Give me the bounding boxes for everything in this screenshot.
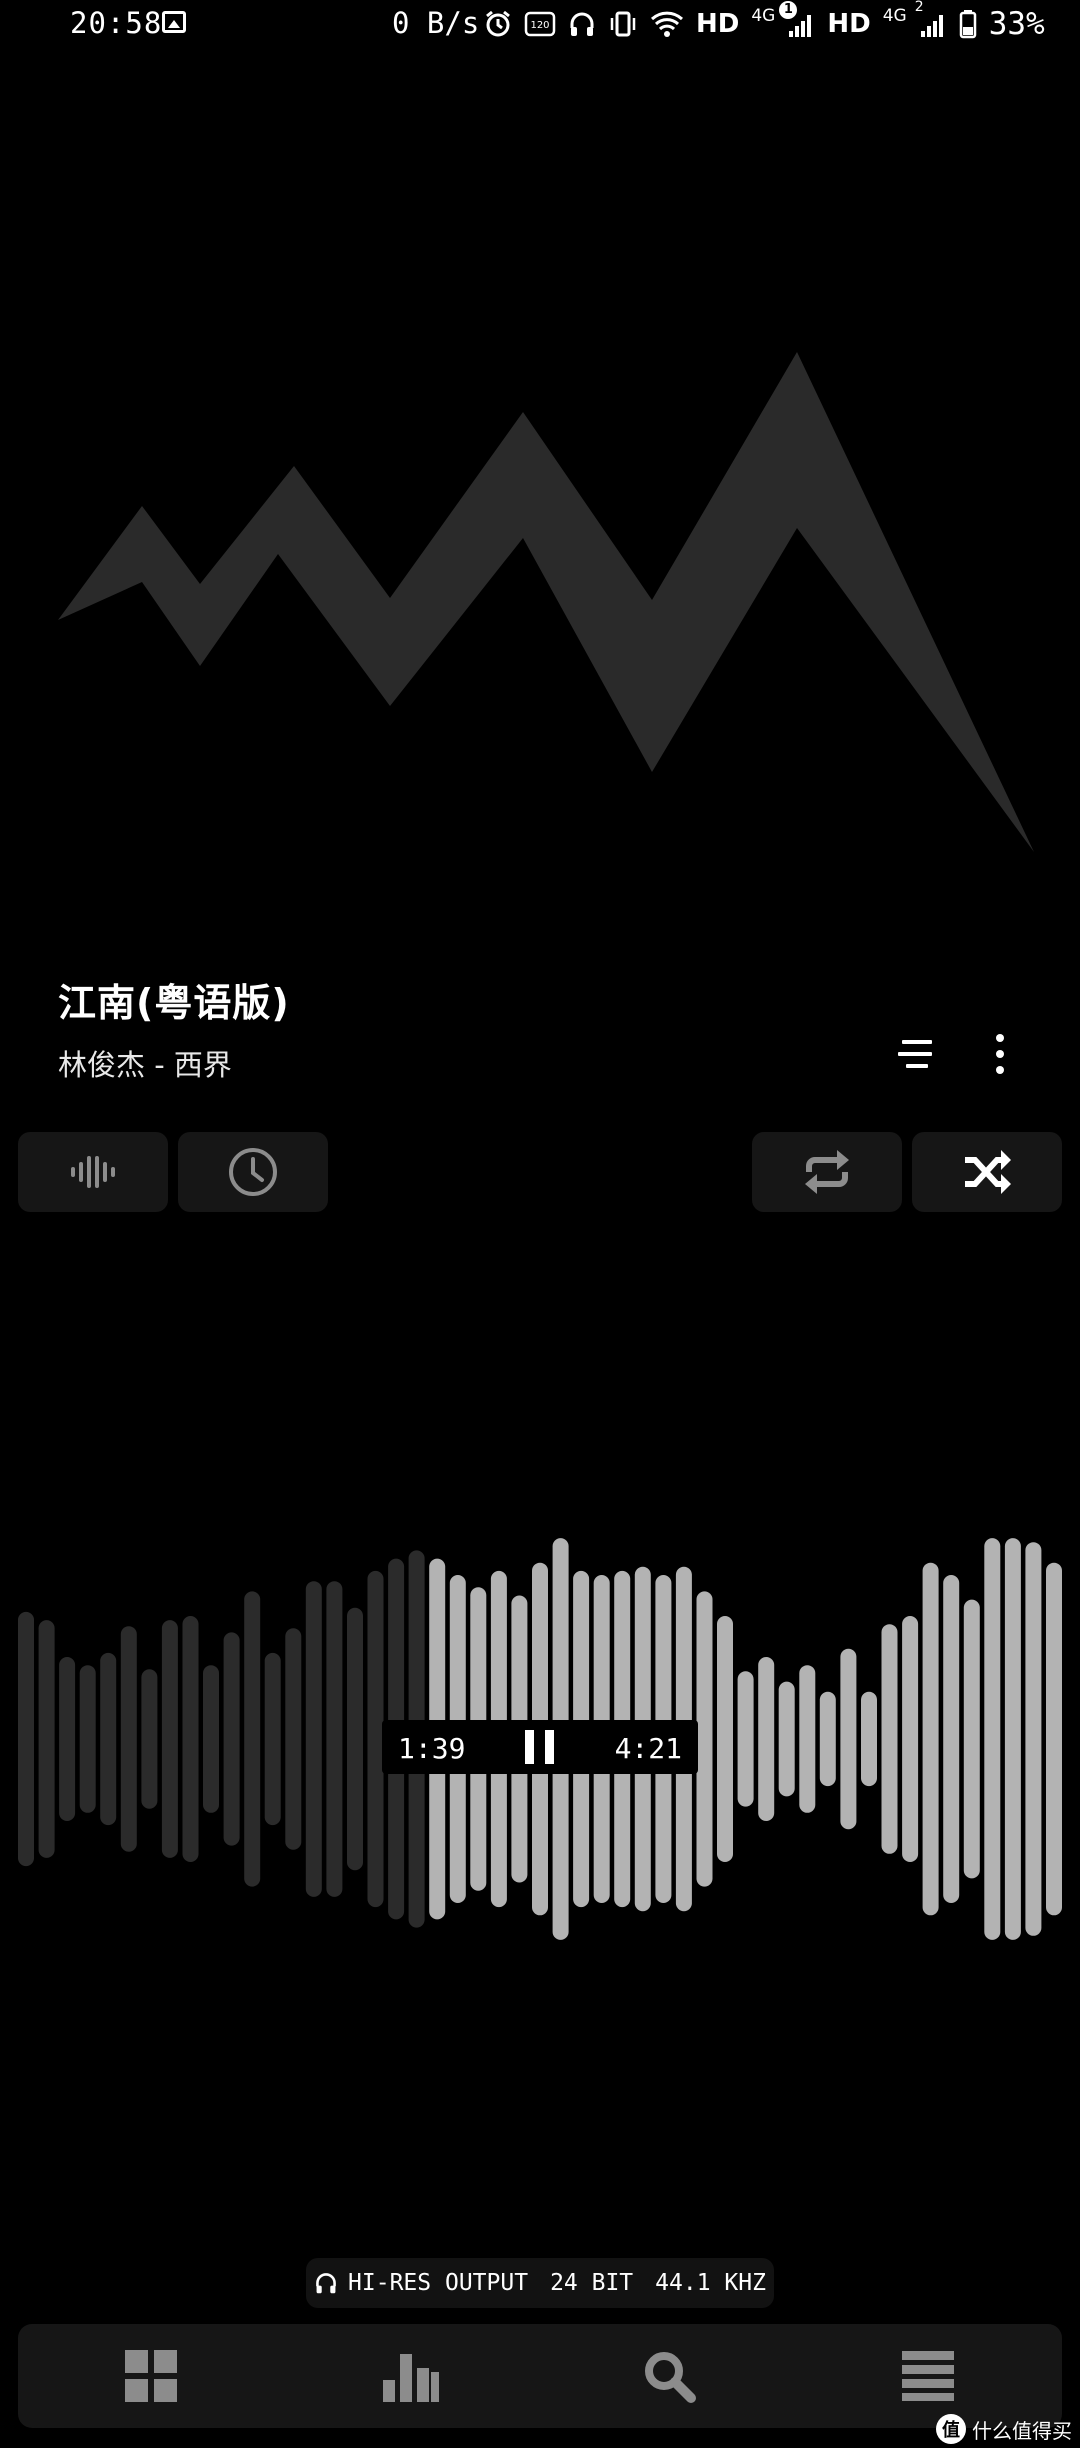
- waveform-bar: [1004, 1538, 1021, 1940]
- waveform-bar: [141, 1669, 158, 1809]
- waveform-bar: [326, 1581, 343, 1897]
- waveform-bar: [737, 1671, 754, 1807]
- waveform-bar: [696, 1591, 713, 1887]
- waveform-bar: [778, 1681, 795, 1797]
- sleep-timer-button[interactable]: [178, 1132, 328, 1212]
- waveform-bar: [120, 1626, 137, 1852]
- menu-icon: [902, 2351, 954, 2401]
- status-time: 20:58: [70, 6, 163, 40]
- player-screen: 20:58 0 B/s 120 HD 4G 1 HD 4G 2 33% 江南(粤…: [0, 0, 1080, 2448]
- waveform-bar: [347, 1607, 363, 1871]
- battery-icon: [959, 10, 976, 39]
- current-time: 1:39: [398, 1732, 466, 1765]
- queue-line: [906, 1064, 928, 1068]
- waveform-bar: [182, 1616, 199, 1862]
- waveform-bar: [203, 1665, 219, 1813]
- repeat-icon: [805, 1150, 849, 1194]
- more-dot: [996, 1066, 1004, 1074]
- alarm-icon: [486, 10, 510, 37]
- waveform-bar: [38, 1620, 55, 1858]
- queue-line: [902, 1040, 932, 1044]
- waveform-bar: [244, 1591, 261, 1887]
- queue-line: [898, 1052, 932, 1056]
- refresh-rate-icon: 120: [524, 11, 556, 37]
- hd-label-2: HD: [827, 9, 871, 39]
- total-time: 4:21: [614, 1732, 682, 1765]
- album-artwork: [58, 352, 1034, 852]
- output-info-badge: HI-RES OUTPUT 24 BIT 44.1 KHZ: [306, 2258, 774, 2308]
- sim1-signal: 1: [779, 1, 815, 39]
- clock-icon: [229, 1148, 277, 1196]
- chart-icon: [383, 2354, 439, 2402]
- headphones-icon: [316, 2273, 336, 2294]
- waveform-bar: [963, 1599, 980, 1879]
- pause-bar: [525, 1730, 534, 1764]
- waveform-bar: [819, 1691, 836, 1787]
- waveform-bar: [984, 1538, 1001, 1940]
- waveform-bar: [799, 1665, 816, 1813]
- sim2-badge: 2: [914, 0, 924, 15]
- waveform-bar: [1046, 1562, 1062, 1916]
- nav-menu[interactable]: [898, 2348, 958, 2404]
- more-options-button[interactable]: [984, 1030, 1016, 1078]
- waveform-toggle-button[interactable]: [18, 1132, 168, 1212]
- waveform-bar: [79, 1665, 96, 1813]
- waveform-bar: [1025, 1542, 1042, 1936]
- nav-charts[interactable]: [381, 2348, 441, 2404]
- waveform-bar: [305, 1581, 322, 1897]
- network-speed: 0 B/s: [392, 6, 480, 40]
- waveform-icon: [71, 1156, 115, 1188]
- watermark-logo-icon: 值: [936, 2414, 966, 2444]
- waveform-bar: [285, 1628, 302, 1850]
- waveform-bar: [59, 1657, 76, 1821]
- more-dot: [996, 1034, 1004, 1042]
- waveform-bar: [717, 1616, 733, 1862]
- shuffle-icon: [965, 1150, 1011, 1194]
- search-icon: [645, 2352, 696, 2403]
- repeat-button[interactable]: [752, 1132, 902, 1212]
- output-label: HI-RES OUTPUT: [348, 2270, 529, 2296]
- bottom-navigation: [18, 2324, 1062, 2428]
- queue-button[interactable]: [898, 1036, 938, 1072]
- battery-percent: 33%: [988, 6, 1045, 42]
- shuffle-button[interactable]: [912, 1132, 1062, 1212]
- waveform-bar: [840, 1648, 857, 1830]
- waveform-bar: [223, 1632, 240, 1846]
- nav-search[interactable]: [639, 2348, 699, 2404]
- network-type-1: 4G: [751, 6, 776, 26]
- vibrate-icon: [610, 11, 636, 37]
- waveform-bar: [264, 1652, 281, 1826]
- watermark-text: 什么值得买: [972, 2418, 1072, 2443]
- pause-button[interactable]: [525, 1730, 555, 1764]
- sim2-signal: 2: [915, 0, 947, 39]
- waveform-bar: [18, 1611, 34, 1867]
- output-bit-depth: 24 BIT: [550, 2270, 634, 2296]
- gallery-notification-icon: [162, 11, 186, 33]
- network-type-2: 4G: [882, 6, 907, 26]
- waveform-bar: [100, 1652, 117, 1826]
- song-artist-album: 林俊杰 - 西界: [58, 1048, 232, 1082]
- waveform-bar: [758, 1657, 775, 1821]
- status-icons: 120 HD 4G 1 HD 4G 2 33%: [484, 0, 1045, 44]
- playback-control-pill: 1:39 4:21: [382, 1720, 698, 1774]
- waveform-bar: [161, 1620, 178, 1858]
- grid-icon: [125, 2350, 177, 2402]
- hd-label-1: HD: [696, 9, 740, 39]
- wifi-icon: [650, 11, 684, 37]
- more-dot: [996, 1050, 1004, 1058]
- waveform-bar: [943, 1575, 960, 1903]
- watermark: 值 什么值得买: [936, 2414, 1072, 2444]
- pause-bar: [545, 1730, 554, 1764]
- status-bar: 20:58 0 B/s 120 HD 4G 1 HD 4G 2 33%: [0, 0, 1080, 50]
- waveform-bar: [861, 1691, 877, 1787]
- artwork-shape: [58, 352, 1034, 852]
- waveform-bar: [922, 1562, 939, 1916]
- svg-text:120: 120: [530, 20, 549, 31]
- nav-library[interactable]: [121, 2348, 181, 2404]
- song-title: 江南(粤语版): [58, 981, 290, 1025]
- waveform-bar: [881, 1624, 898, 1854]
- waveform-bar: [902, 1616, 919, 1862]
- output-sample-rate: 44.1 KHZ: [655, 2270, 766, 2296]
- headphones-icon: [570, 12, 594, 36]
